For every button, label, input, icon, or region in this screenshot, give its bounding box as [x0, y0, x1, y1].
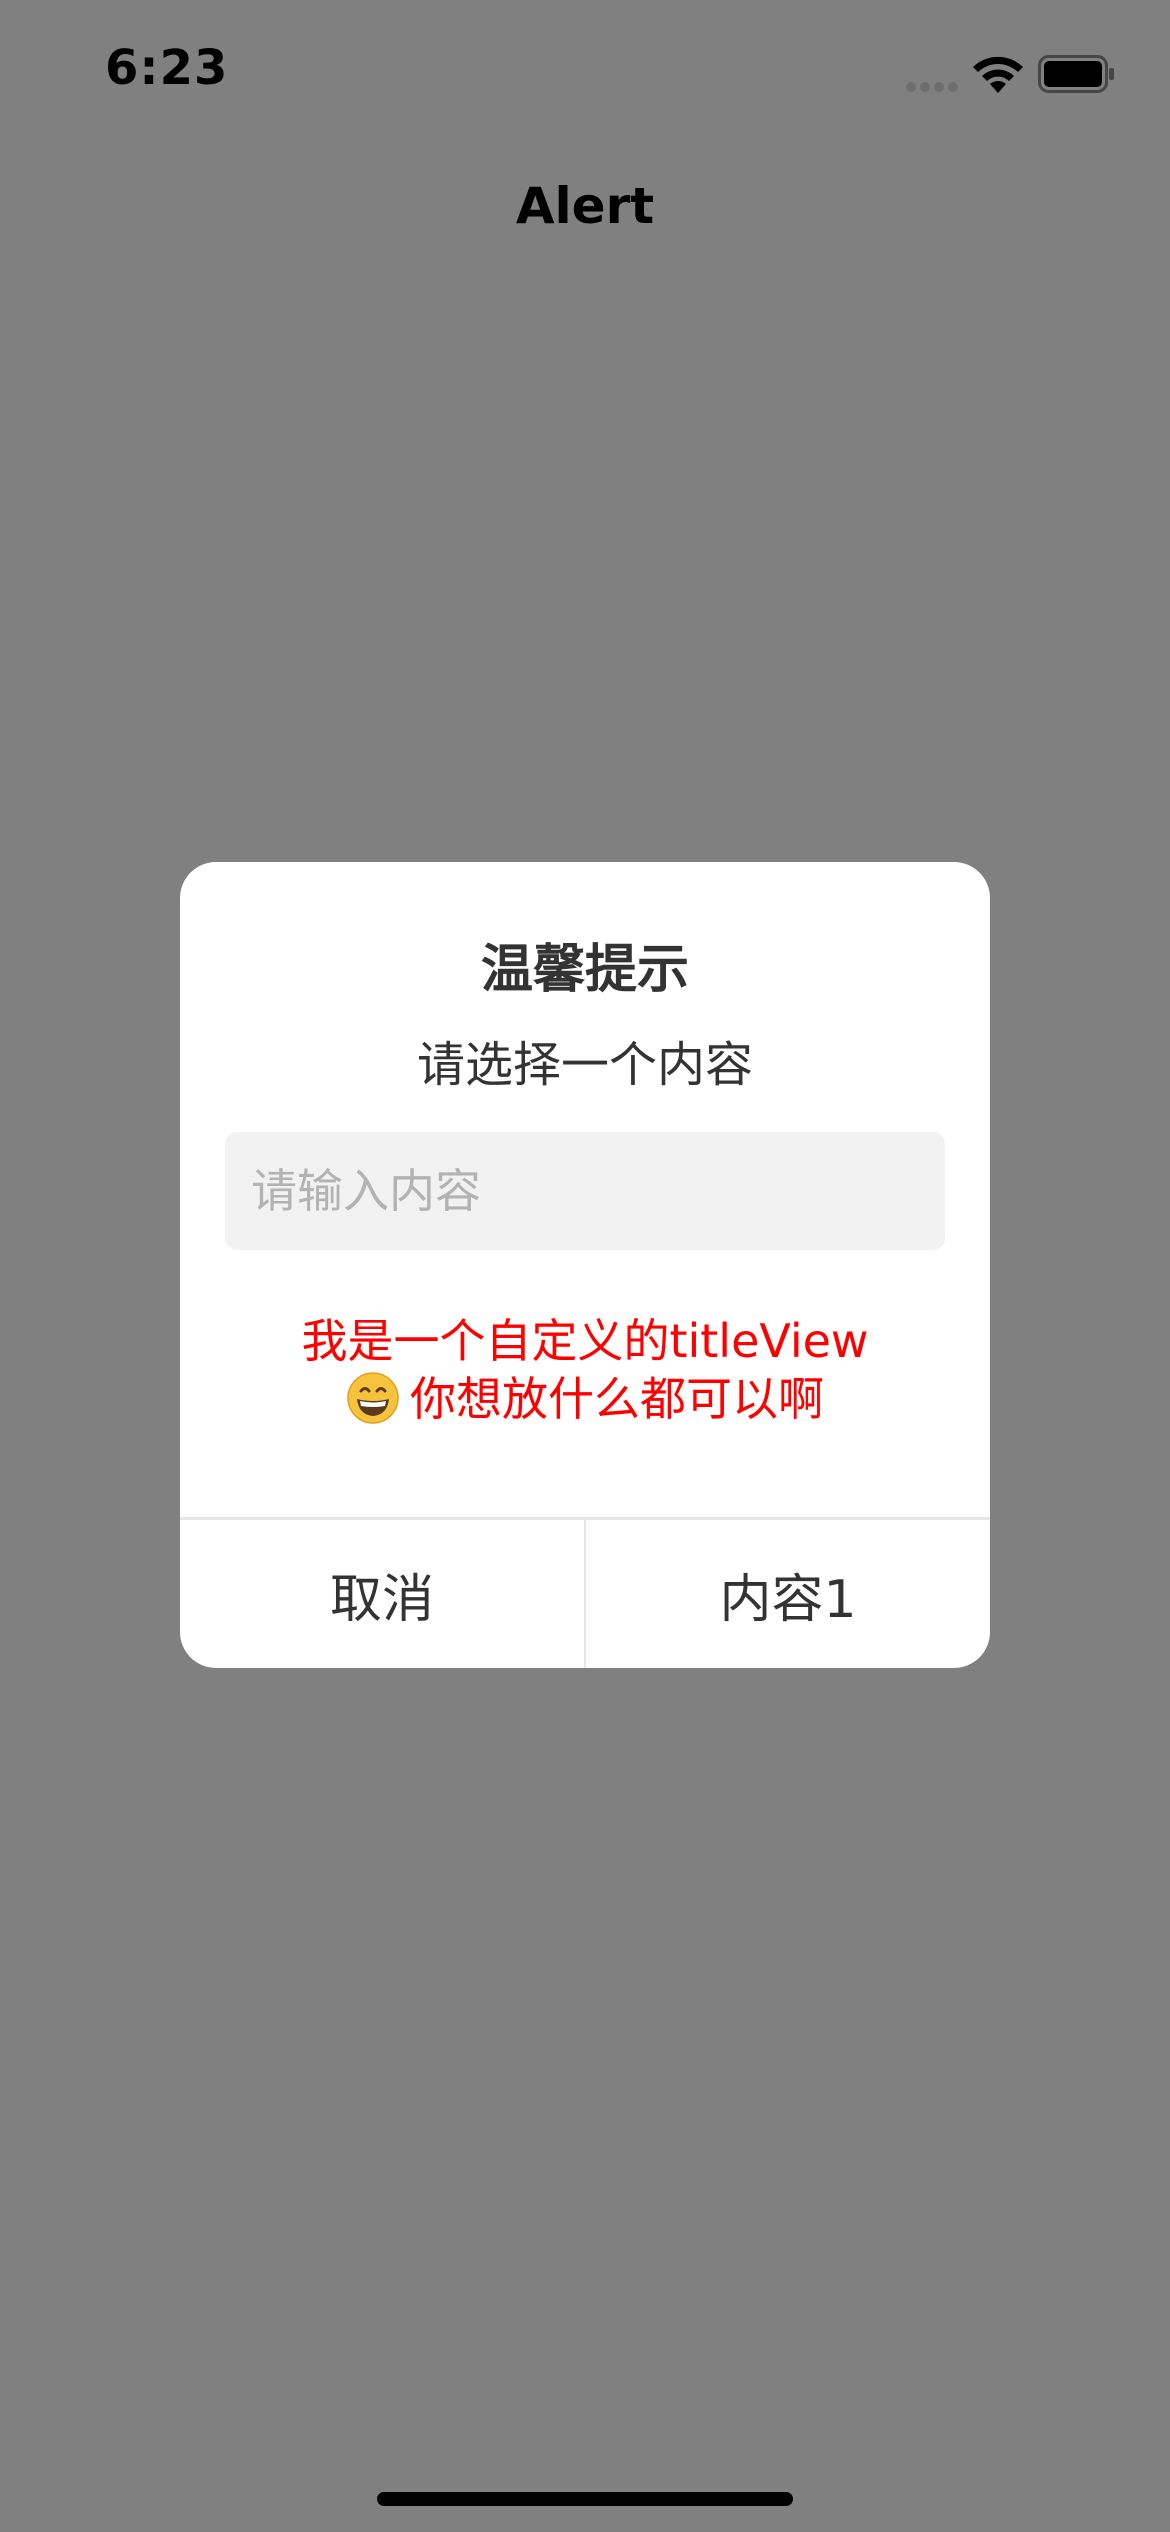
home-indicator[interactable] [377, 2492, 793, 2506]
content1-button-label: 内容1 [719, 1569, 857, 1630]
custom-title-line-2: 你想放什么都可以啊 [410, 1372, 824, 1426]
content-input[interactable] [225, 1132, 945, 1250]
grinning-face-icon [347, 1372, 399, 1424]
battery-icon [1038, 55, 1114, 93]
wifi-icon [973, 56, 1023, 93]
nav-title: Alert [515, 177, 655, 235]
screen: 6:23 Alert 温馨提示 请选择一个内容 我是一个自定义的titleVie… [0, 0, 1170, 2532]
custom-title-view: 我是一个自定义的titleView 你想放什么都可以啊 [180, 1312, 990, 1428]
content1-button[interactable]: 内容1 [586, 1520, 990, 1668]
status-time: 6:23 [105, 40, 229, 96]
alert-message: 请选择一个内容 [416, 1037, 753, 1093]
alert-title: 温馨提示 [480, 940, 689, 1000]
cancel-button[interactable]: 取消 [180, 1520, 584, 1668]
signal-icon [906, 82, 958, 92]
custom-title-line-2-row: 你想放什么都可以啊 [180, 1370, 990, 1428]
cancel-button-label: 取消 [329, 1569, 434, 1630]
custom-title-line-1: 我是一个自定义的titleView [301, 1314, 869, 1368]
